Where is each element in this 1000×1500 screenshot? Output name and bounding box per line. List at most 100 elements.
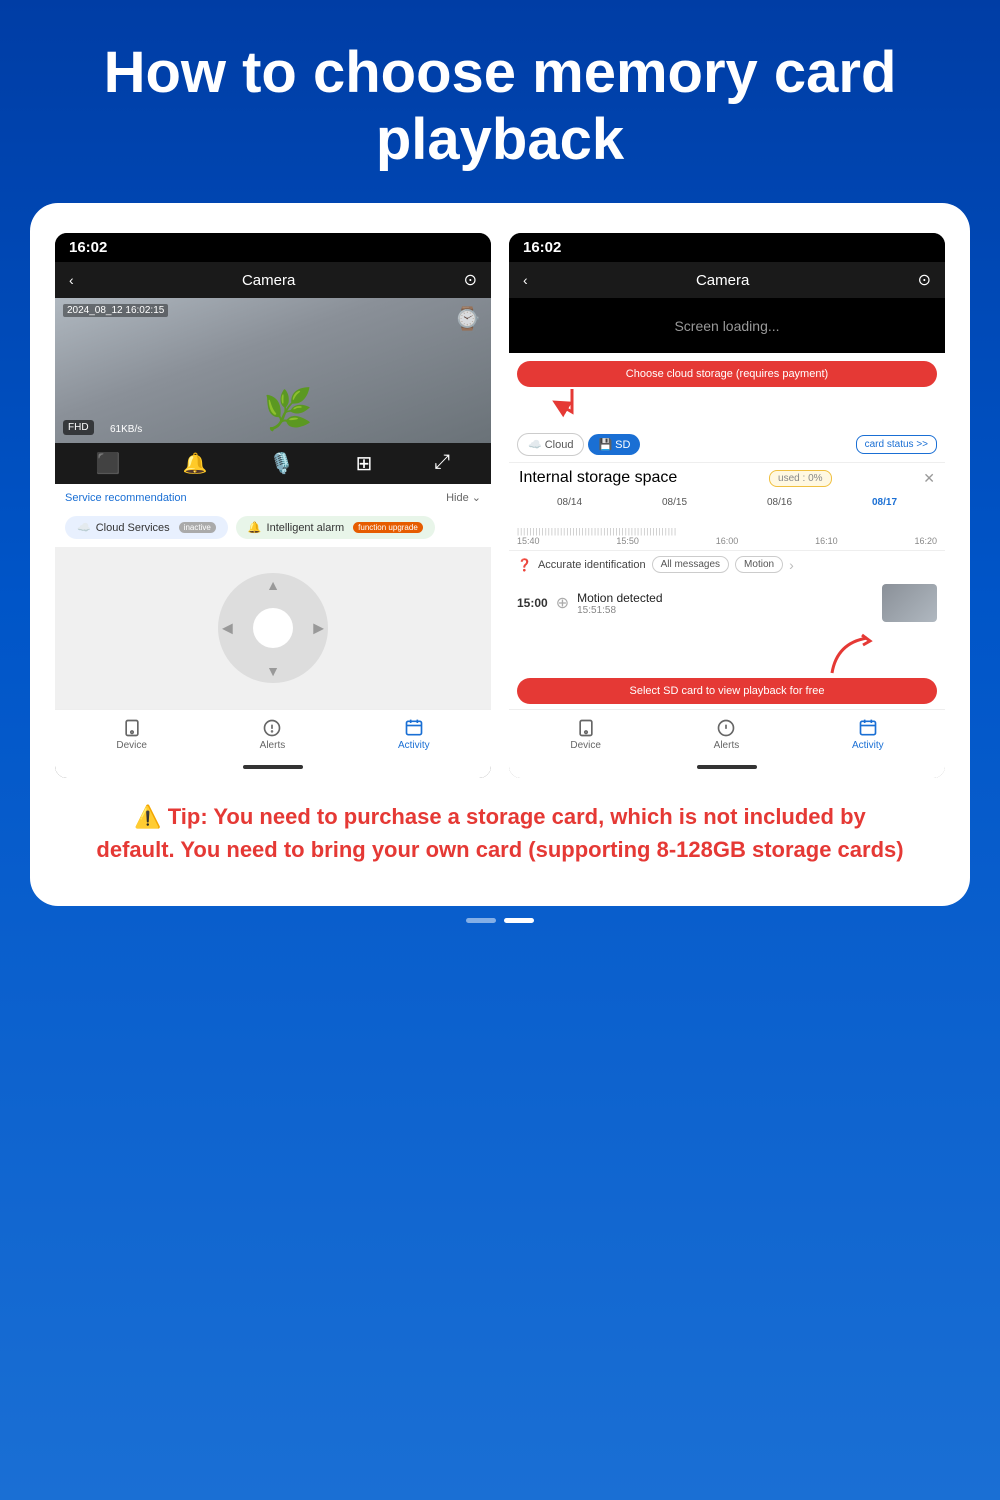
used-badge: used : 0% — [769, 470, 831, 487]
time-15-40: 15:40 — [517, 536, 540, 546]
date-0: 08/14 — [557, 497, 582, 508]
sd-tab-icon: 💾 — [598, 438, 612, 451]
motion-badge[interactable]: Motion — [735, 556, 783, 573]
inactive-badge: inactive — [179, 522, 216, 533]
date-1: 08/15 — [662, 497, 687, 508]
screen-loading-area: Screen loading... — [509, 298, 945, 353]
left-bottom-nav: Device Alerts Activity — [55, 709, 491, 756]
nav-alerts[interactable]: Alerts — [260, 718, 286, 751]
event-dot-icon: ⊕ — [556, 593, 569, 613]
chevron-right-icon: › — [789, 557, 794, 573]
close-icon[interactable]: ✕ — [923, 470, 935, 487]
right-time: 16:02 — [523, 239, 561, 256]
cloud-callout-bubble: Choose cloud storage (requires payment) — [517, 361, 937, 387]
event-time: 15:00 — [517, 596, 548, 610]
time-16-20: 16:20 — [914, 536, 937, 546]
mic-mute-icon[interactable]: 🔔 — [182, 451, 207, 476]
sd-tab-label: SD — [615, 439, 630, 451]
right-home-bar — [697, 765, 757, 769]
date-2: 08/16 — [767, 497, 792, 508]
event-thumbnail[interactable] — [882, 584, 937, 622]
upgrade-badge: function upgrade — [353, 522, 423, 533]
sd-arrow-wrapper — [517, 633, 937, 678]
sd-arrow-svg — [827, 633, 877, 678]
arrow-up-icon[interactable]: ▲ — [266, 577, 280, 593]
right-settings-icon[interactable]: ⊙ — [918, 270, 931, 290]
cloud-tab-icon: ☁️ — [528, 438, 542, 451]
nav-circle[interactable]: ▲ ▼ ◀ ▶ — [218, 573, 328, 683]
speed-badge: 61KB/s — [110, 424, 142, 435]
hide-label[interactable]: Hide ⌄ — [446, 491, 481, 504]
tip-section: ⚠️ Tip: You need to purchase a storage c… — [55, 778, 945, 876]
arrow-right-icon[interactable]: ▶ — [313, 620, 324, 637]
event-sub: 15:51:58 — [577, 605, 874, 616]
left-nav-bar: ‹ Camera ⊙ — [55, 262, 491, 298]
left-time: 16:02 — [69, 239, 107, 256]
back-icon[interactable]: ‹ — [69, 272, 74, 288]
cloud-tab-label: Cloud — [545, 439, 574, 451]
activity-icon — [404, 718, 424, 738]
card-status-button[interactable]: card status >> — [856, 435, 937, 454]
cloud-icon: ☁️ — [77, 521, 91, 534]
intelligent-alarm-label: Intelligent alarm — [267, 522, 345, 534]
sd-callout-area: Select SD card to view playback for free — [517, 633, 937, 704]
page-indicator — [0, 906, 1000, 928]
sd-tab[interactable]: 💾 SD — [588, 434, 640, 455]
cloud-tab[interactable]: ☁️ Cloud — [517, 433, 584, 456]
nav-circle-area: ▲ ▼ ◀ ▶ — [55, 547, 491, 709]
storage-title: Internal storage space — [519, 469, 677, 487]
right-camera-label: Camera — [696, 272, 749, 289]
right-device-label: Device — [570, 740, 601, 751]
right-alerts-label: Alerts — [714, 740, 740, 751]
feed-timestamp: 2024_08_12 16:02:15 — [63, 304, 168, 317]
fullscreen-icon[interactable]: ⤢ — [434, 451, 450, 476]
nav-activity[interactable]: Activity — [398, 718, 430, 751]
right-back-icon[interactable]: ‹ — [523, 272, 528, 288]
right-alerts-icon — [716, 718, 736, 738]
device-label: Device — [116, 740, 147, 751]
alerts-label: Alerts — [260, 740, 286, 751]
right-phone-screen: 16:02 ‹ Camera ⊙ Screen loading... Choos… — [509, 233, 945, 778]
arrow-left-icon[interactable]: ◀ — [222, 620, 233, 637]
right-home-indicator — [509, 756, 945, 778]
intelligent-alarm-button[interactable]: 🔔 Intelligent alarm function upgrade — [236, 516, 435, 539]
page-dot-2[interactable] — [504, 918, 534, 923]
cloud-services-button[interactable]: ☁️ Cloud Services inactive — [65, 516, 228, 539]
service-buttons: ☁️ Cloud Services inactive 🔔 Intelligent… — [55, 511, 491, 547]
crop-icon[interactable]: ⊞ — [356, 451, 373, 476]
cloud-arrow-wrapper — [517, 387, 937, 427]
nav-center-button[interactable] — [253, 608, 293, 648]
service-recommendation-bar: Service recommendation Hide ⌄ — [55, 484, 491, 511]
sd-callout-bubble: Select SD card to view playback for free — [517, 678, 937, 704]
right-activity-label: Activity — [852, 740, 884, 751]
right-nav-activity[interactable]: Activity — [852, 718, 884, 751]
event-details: Motion detected 15:51:58 — [577, 591, 874, 616]
timeline-bar[interactable]: ||||||||||||||||||||||||||||||||||||||||… — [509, 512, 945, 551]
tip-icon: ⚠️ — [134, 804, 161, 829]
arrow-down-icon[interactable]: ▼ — [266, 663, 280, 679]
timer-icon[interactable]: ⌚ — [454, 306, 481, 332]
camera-feed: 2024_08_12 16:02:15 🌿 FHD 61KB/s ⌚ — [55, 298, 491, 443]
all-messages-badge[interactable]: All messages — [652, 556, 729, 573]
microphone-icon[interactable]: 🎙️ — [269, 451, 294, 476]
fhd-badge: FHD — [63, 420, 94, 435]
settings-icon[interactable]: ⊙ — [464, 270, 477, 290]
right-nav-alerts[interactable]: Alerts — [714, 718, 740, 751]
nav-device[interactable]: Device — [116, 718, 147, 751]
help-icon[interactable]: ❓ — [517, 558, 532, 572]
main-card: 16:02 ‹ Camera ⊙ 2024_08_12 16:02:15 🌿 F… — [30, 203, 970, 906]
tip-content: Tip: You need to purchase a storage card… — [96, 804, 903, 862]
left-phone-screen: 16:02 ‹ Camera ⊙ 2024_08_12 16:02:15 🌿 F… — [55, 233, 491, 778]
home-bar — [243, 765, 303, 769]
tip-text: ⚠️ Tip: You need to purchase a storage c… — [95, 800, 905, 866]
right-nav-device[interactable]: Device — [570, 718, 601, 751]
sd-cloud-tabs: ☁️ Cloud 💾 SD card status >> — [509, 427, 945, 463]
date-3: 08/17 — [872, 497, 897, 508]
page-dot-1[interactable] — [466, 918, 496, 923]
video-icon[interactable]: ⬛ — [96, 451, 121, 476]
accurate-id-label: Accurate identification — [538, 559, 646, 571]
event-title: Motion detected — [577, 591, 874, 605]
alerts-icon — [262, 718, 282, 738]
camera-controls: ⬛ 🔔 🎙️ ⊞ ⤢ — [55, 443, 491, 484]
right-device-icon — [576, 718, 596, 738]
